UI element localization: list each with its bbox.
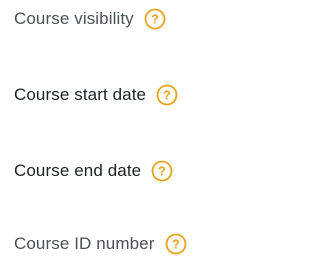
field-course-start-date: Course start date ? [14, 82, 178, 108]
help-glyph: ? [172, 238, 180, 252]
course-settings-field-labels: Course visibility ? Course start date ? … [0, 0, 249, 257]
help-question-circle-icon[interactable]: ? [151, 160, 173, 182]
help-glyph: ? [151, 13, 159, 27]
help-question-circle-icon[interactable]: ? [156, 84, 178, 106]
field-label-course-end-date: Course end date [14, 161, 142, 180]
field-course-visibility: Course visibility ? [14, 6, 166, 32]
help-glyph: ? [163, 89, 171, 103]
field-course-id-number: Course ID number ? [14, 231, 187, 257]
help-question-circle-icon[interactable]: ? [165, 233, 187, 255]
help-question-circle-icon[interactable]: ? [144, 8, 166, 30]
field-label-course-start-date: Course start date [14, 85, 147, 104]
help-glyph: ? [158, 165, 166, 179]
field-label-course-visibility: Course visibility [14, 9, 134, 28]
field-course-end-date: Course end date ? [14, 158, 173, 184]
field-label-course-id-number: Course ID number [14, 234, 155, 253]
